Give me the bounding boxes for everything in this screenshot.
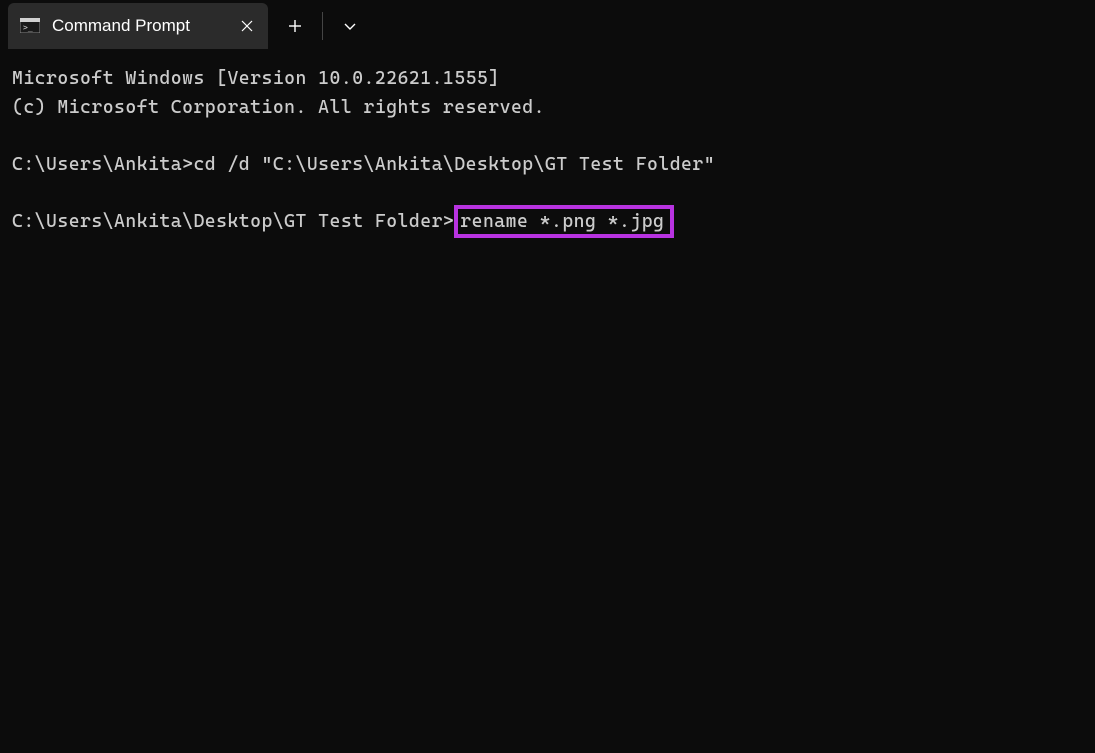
prompt-1-prefix: C:\Users\Ankita> (12, 154, 193, 175)
copyright-line: (c) Microsoft Corporation. All rights re… (12, 97, 545, 118)
new-tab-button[interactable] (270, 0, 320, 51)
svg-text:>_: >_ (23, 23, 33, 32)
tab-dropdown-button[interactable] (325, 0, 375, 51)
prompt-2-command: rename *.png *.jpg (460, 211, 664, 232)
terminal-output[interactable]: Microsoft Windows [Version 10.0.22621.15… (0, 51, 1095, 251)
version-line: Microsoft Windows [Version 10.0.22621.15… (12, 68, 500, 89)
divider (322, 12, 323, 40)
tab-title: Command Prompt (52, 16, 198, 36)
prompt-1-command: cd /d "C:\Users\Ankita\Desktop\GT Test F… (193, 154, 715, 175)
terminal-icon: >_ (20, 18, 40, 34)
titlebar: >_ Command Prompt (0, 0, 1095, 51)
highlighted-command: rename *.png *.jpg (454, 205, 674, 238)
tab-command-prompt[interactable]: >_ Command Prompt (8, 3, 268, 49)
titlebar-actions (270, 0, 375, 51)
prompt-2-prefix: C:\Users\Ankita\Desktop\GT Test Folder> (12, 211, 454, 232)
close-icon[interactable] (238, 17, 256, 35)
